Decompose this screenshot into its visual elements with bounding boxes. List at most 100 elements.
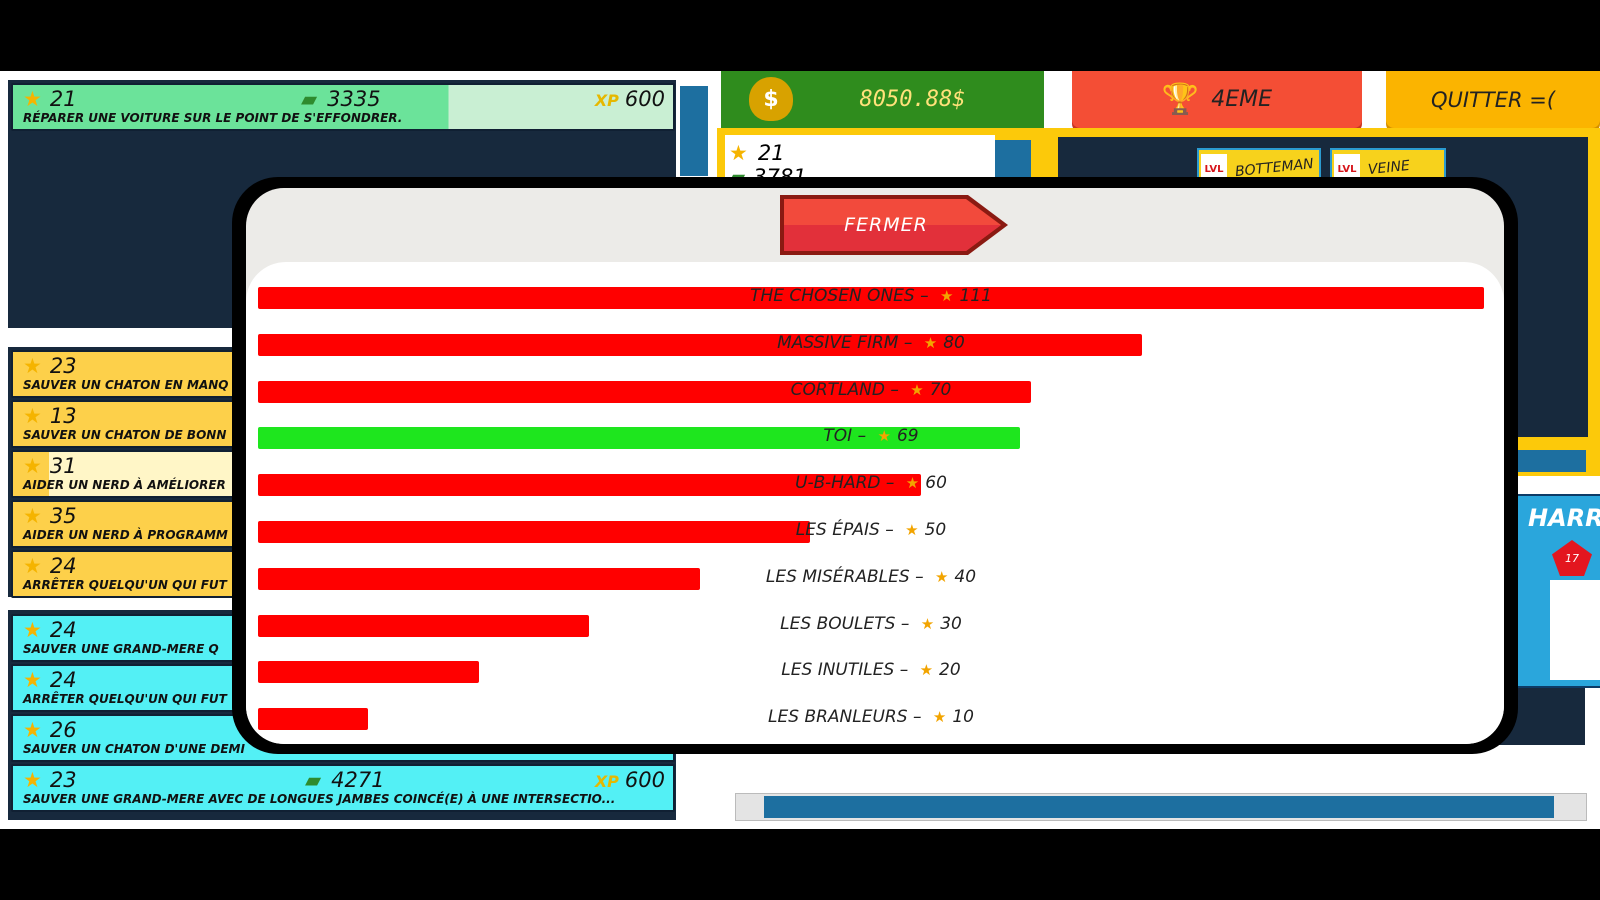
mission-stars: 21 <box>49 87 77 111</box>
mission-stars: 23 <box>49 768 77 792</box>
xp-icon: XP <box>594 91 619 110</box>
quit-button[interactable]: QUITTER =( <box>1386 71 1600 128</box>
star-icon: ★ <box>23 404 42 428</box>
separator: – <box>912 707 922 728</box>
separator: – <box>903 332 913 353</box>
team-name: U-B-HARD <box>795 473 881 494</box>
team-score: 50 <box>924 520 947 540</box>
rank-label: 4EME <box>1211 87 1273 112</box>
hero-card-name: HARR <box>1528 504 1600 532</box>
cash-icon: ▰ <box>301 87 318 111</box>
mission-stars: 24 <box>49 618 77 642</box>
mission-description: sauver un chaton en manq <box>23 378 229 392</box>
horizontal-scrollbar[interactable] <box>735 793 1587 821</box>
hero-portrait-card[interactable]: HARR 17 <box>1512 494 1600 688</box>
mission-xp: 600 <box>624 87 665 111</box>
mission-stars: 23 <box>49 354 77 378</box>
close-label: FERMER <box>844 214 928 236</box>
separator: – <box>890 379 899 400</box>
mission-stars: 26 <box>49 718 77 742</box>
close-button[interactable]: FERMER <box>776 193 1011 257</box>
mission-money: 3335 <box>327 87 381 111</box>
team-score: 20 <box>939 660 961 681</box>
star-icon: ★ <box>877 427 891 446</box>
hero-stats-panel <box>1550 580 1600 680</box>
ranking-row: LES ÉPAIS – ★ 50 <box>258 520 1484 543</box>
ranking-row: LES INUTILES – ★ 20 <box>258 660 1484 684</box>
team-name: TOI <box>823 426 853 447</box>
team-score: 69 <box>896 426 919 447</box>
star-icon: ★ <box>23 504 42 528</box>
star-icon: ★ <box>23 354 42 378</box>
mission-stars: 13 <box>49 404 77 428</box>
star-icon: ★ <box>23 454 42 478</box>
team-score: 80 <box>943 332 965 353</box>
scrollbar-thumb[interactable] <box>764 796 1554 818</box>
mission-description: sauver une grand-mere avec de longues ja… <box>23 792 616 806</box>
ranking-row: LES BOULETS – ★ 30 <box>258 613 1484 637</box>
mission-card-cyan-3[interactable]: ★ 23 ▰ 4271 XP 600 sauver une grand-mere avec … <box>11 764 675 812</box>
star-icon: ★ <box>940 287 954 305</box>
trophy-icon: 🏆 <box>1161 82 1200 117</box>
mission-stars: 31 <box>49 454 77 478</box>
cash-icon: ▰ <box>305 768 322 792</box>
team-name: LES INUTILES <box>781 660 895 681</box>
ranking-row: MASSIVE FIRM – ★ 80 <box>258 332 1484 356</box>
mission-description: aider un nerd à programm <box>23 528 228 542</box>
mission-stars: 35 <box>49 504 77 528</box>
team-score: 30 <box>940 613 962 634</box>
mission-money: 4271 <box>331 768 385 792</box>
mission-description: sauver un chaton d'une demi <box>23 742 245 756</box>
ranking-row: U-B-HARD – ★ 60 <box>258 473 1484 497</box>
ranking-row: LES MISéRABLES – ★ 40 <box>258 566 1484 590</box>
mission-description: arrêter quelqu'un qui fut <box>23 578 227 592</box>
star-icon: ★ <box>23 718 42 742</box>
team-name: CORTLAND <box>790 379 885 400</box>
mission-stars: 24 <box>49 668 77 692</box>
star-icon: ★ <box>23 668 42 692</box>
star-icon: ★ <box>919 661 934 680</box>
star-icon: ★ <box>23 618 42 642</box>
mission-card-featured[interactable]: ★ 21 ▰ 3335 XP 600 réparer une voiture sur … <box>11 83 675 131</box>
star-icon: ★ <box>905 521 919 539</box>
money-value: 8050.88$ <box>859 87 966 112</box>
star-icon: ★ <box>905 474 920 493</box>
star-icon: ★ <box>729 141 748 165</box>
quit-label: QUITTER =( <box>1430 87 1556 112</box>
separator: – <box>885 473 895 494</box>
team-name: LES ÉPAIS <box>795 520 880 540</box>
separator: – <box>899 660 909 681</box>
ranking-row: THE CHOSEN ONES – ★ 111 <box>258 286 1484 309</box>
mission-scrollbar[interactable] <box>680 86 708 176</box>
mission-description: aider un nerd à améliorer <box>23 478 226 492</box>
rank-button[interactable]: 🏆 4EME <box>1072 71 1362 128</box>
star-icon: ★ <box>23 768 42 792</box>
xp-icon: XP <box>594 772 619 791</box>
separator: – <box>857 426 867 447</box>
team-name: LES BOULETS <box>780 613 896 634</box>
star-icon: ★ <box>932 708 947 727</box>
team-score: 60 <box>925 473 947 494</box>
team-score: 70 <box>929 379 952 400</box>
team-score: 10 <box>952 707 974 728</box>
team-score: 40 <box>954 566 977 587</box>
team-name: MASSIVE FIRM <box>777 332 899 353</box>
ranking-row: TOI – ★ 69 <box>258 426 1484 450</box>
ranking-row: CORTLAND – ★ 70 <box>258 379 1484 403</box>
separator: – <box>920 286 929 306</box>
star-icon: ★ <box>910 380 924 399</box>
selected-mission-scrollbar[interactable] <box>995 140 1031 180</box>
hero-name: VEINE <box>1367 157 1411 179</box>
mission-description: sauver un chaton de bonn <box>23 428 227 442</box>
star-icon: ★ <box>23 554 42 578</box>
hero-card-level: 17 <box>1552 540 1592 576</box>
ranking-row: LES BRANLEURS – ★ 10 <box>258 707 1484 731</box>
separator: – <box>885 520 894 540</box>
star-icon: ★ <box>23 87 42 111</box>
mission-stars: 24 <box>49 554 77 578</box>
separator: – <box>915 566 924 587</box>
separator: – <box>900 613 910 634</box>
star-icon: ★ <box>920 614 935 633</box>
star-icon: ★ <box>934 567 949 586</box>
mission-description: arrêter quelqu'un qui fut <box>23 692 227 706</box>
